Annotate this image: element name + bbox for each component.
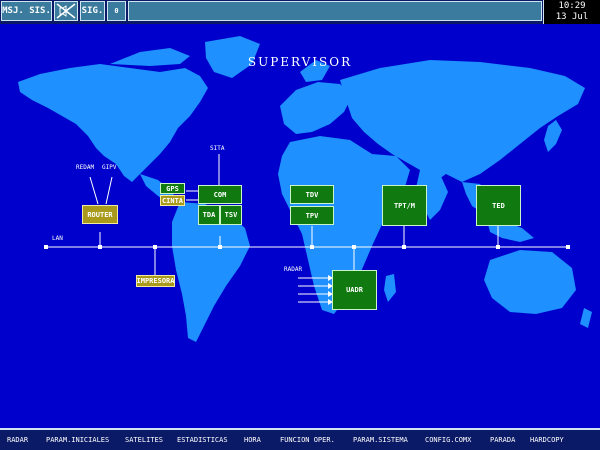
com-node[interactable]: COM xyxy=(198,185,242,204)
menu-estadisticas[interactable]: ESTADISTICAS xyxy=(177,432,228,448)
tdv-node[interactable]: TDV xyxy=(290,185,334,204)
menu-hora[interactable]: HORA xyxy=(244,432,261,448)
router-node[interactable]: ROUTER xyxy=(82,205,118,224)
function-menu-bar: RADAR PARAM.INICIALES SATELITES ESTADIST… xyxy=(0,428,600,450)
top-toolbar: MSJ. SIS. SIG. 0 10:29 13 Jul xyxy=(0,0,600,24)
message-line xyxy=(128,1,542,21)
clock-date: 13 Jul xyxy=(555,12,589,22)
menu-satelites[interactable]: SATELITES xyxy=(125,432,163,448)
clock-time: 10:29 xyxy=(558,1,586,11)
radar-label: RADAR xyxy=(284,266,303,273)
menu-param-sistema[interactable]: PARAM.SISTEMA xyxy=(353,432,408,448)
sita-label: SITA xyxy=(210,145,225,152)
clock: 10:29 13 Jul xyxy=(543,0,600,24)
menu-config-comx[interactable]: CONFIG.COMX xyxy=(425,432,471,448)
tpv-node[interactable]: TPV xyxy=(290,206,334,225)
system-messages-button[interactable]: MSJ. SIS. xyxy=(1,1,52,21)
cross-icon xyxy=(56,3,76,19)
redam-label: REDAM xyxy=(76,164,95,171)
page-title: SUPERVISOR xyxy=(247,55,353,69)
menu-param-iniciales[interactable]: PARAM.INICIALES xyxy=(46,432,109,448)
tpt-node[interactable]: TPT/M xyxy=(382,185,427,226)
lan-label: LAN xyxy=(52,235,63,242)
menu-hardcopy[interactable]: HARDCOPY xyxy=(530,432,564,448)
ted-node[interactable]: TED xyxy=(476,185,521,226)
gipv-label: GIPV xyxy=(102,164,117,171)
cinta-node[interactable]: CINTA xyxy=(160,195,185,206)
menu-funcion-oper[interactable]: FUNCION OPER. xyxy=(280,432,335,448)
world-map-graphic xyxy=(18,36,592,342)
impresora-node[interactable]: IMPRESORA xyxy=(136,275,175,287)
tsv-node[interactable]: TSV xyxy=(220,205,242,225)
next-button[interactable]: SIG. xyxy=(80,1,105,21)
menu-radar[interactable]: RADAR xyxy=(7,432,28,448)
gps-node[interactable]: GPS xyxy=(160,183,185,194)
world-map xyxy=(0,24,600,428)
tda-node[interactable]: TDA xyxy=(198,205,220,225)
uadr-node[interactable]: UADR xyxy=(332,270,377,310)
message-counter: 0 xyxy=(107,1,126,21)
alarm-silence-button[interactable] xyxy=(54,1,78,21)
menu-parada[interactable]: PARADA xyxy=(490,432,515,448)
